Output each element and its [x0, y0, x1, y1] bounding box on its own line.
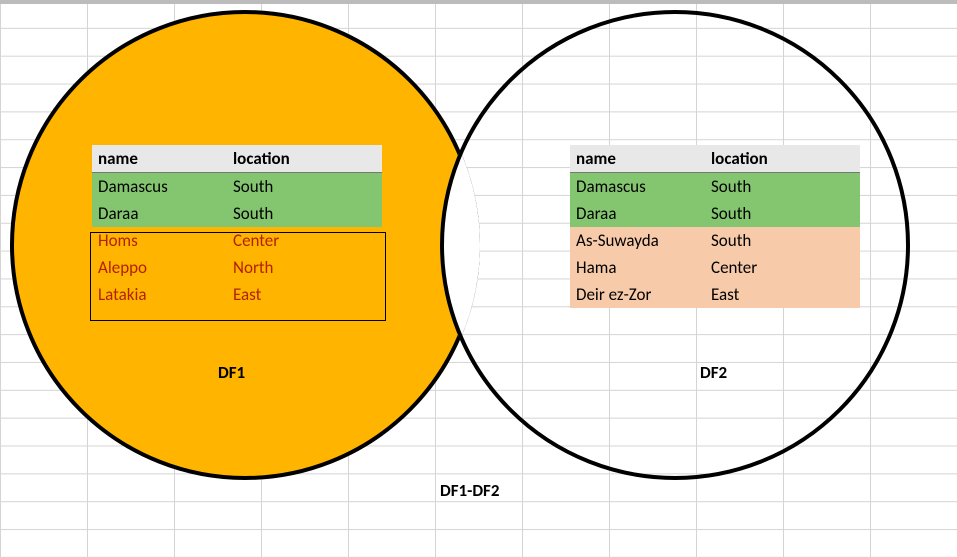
table-row: Hama Center [570, 254, 860, 281]
cell-location: South [705, 200, 860, 227]
cell-location: Center [705, 254, 860, 281]
table-df2: name location Damascus South Daraa South… [570, 145, 860, 308]
cell-location: South [705, 173, 860, 201]
table-row: As-Suwayda South [570, 227, 860, 254]
col-header-location: location [227, 145, 382, 173]
cell-name: Latakia [92, 281, 227, 308]
cell-location: Center [227, 227, 382, 254]
table-df2-header: name location [570, 145, 860, 173]
diagram-stage: name location Damascus South Daraa South… [0, 0, 957, 557]
table-row: Latakia East [92, 281, 382, 308]
col-header-name: name [92, 145, 227, 173]
table-row: Damascus South [92, 173, 382, 201]
table-row: Deir ez-Zor East [570, 281, 860, 308]
table-row: Daraa South [570, 200, 860, 227]
cell-name: Deir ez-Zor [570, 281, 705, 308]
cell-location: East [705, 281, 860, 308]
cell-name: Hama [570, 254, 705, 281]
cell-location: East [227, 281, 382, 308]
cell-location: South [227, 173, 382, 201]
cell-name: Aleppo [92, 254, 227, 281]
cell-location: South [705, 227, 860, 254]
col-header-name: name [570, 145, 705, 173]
label-diff: DF1-DF2 [440, 480, 499, 501]
cell-name: As-Suwayda [570, 227, 705, 254]
cell-name: Damascus [92, 173, 227, 201]
table-row: Daraa South [92, 200, 382, 227]
cell-location: South [227, 200, 382, 227]
cell-name: Homs [92, 227, 227, 254]
cell-location: North [227, 254, 382, 281]
cell-name: Damascus [570, 173, 705, 201]
col-header-location: location [705, 145, 860, 173]
label-df2: DF2 [700, 362, 727, 383]
table-row: Aleppo North [92, 254, 382, 281]
table-df1: name location Damascus South Daraa South… [92, 145, 382, 308]
cell-name: Daraa [570, 200, 705, 227]
cell-name: Daraa [92, 200, 227, 227]
table-df1-header: name location [92, 145, 382, 173]
table-row: Damascus South [570, 173, 860, 201]
label-df1: DF1 [218, 362, 245, 383]
table-row: Homs Center [92, 227, 382, 254]
